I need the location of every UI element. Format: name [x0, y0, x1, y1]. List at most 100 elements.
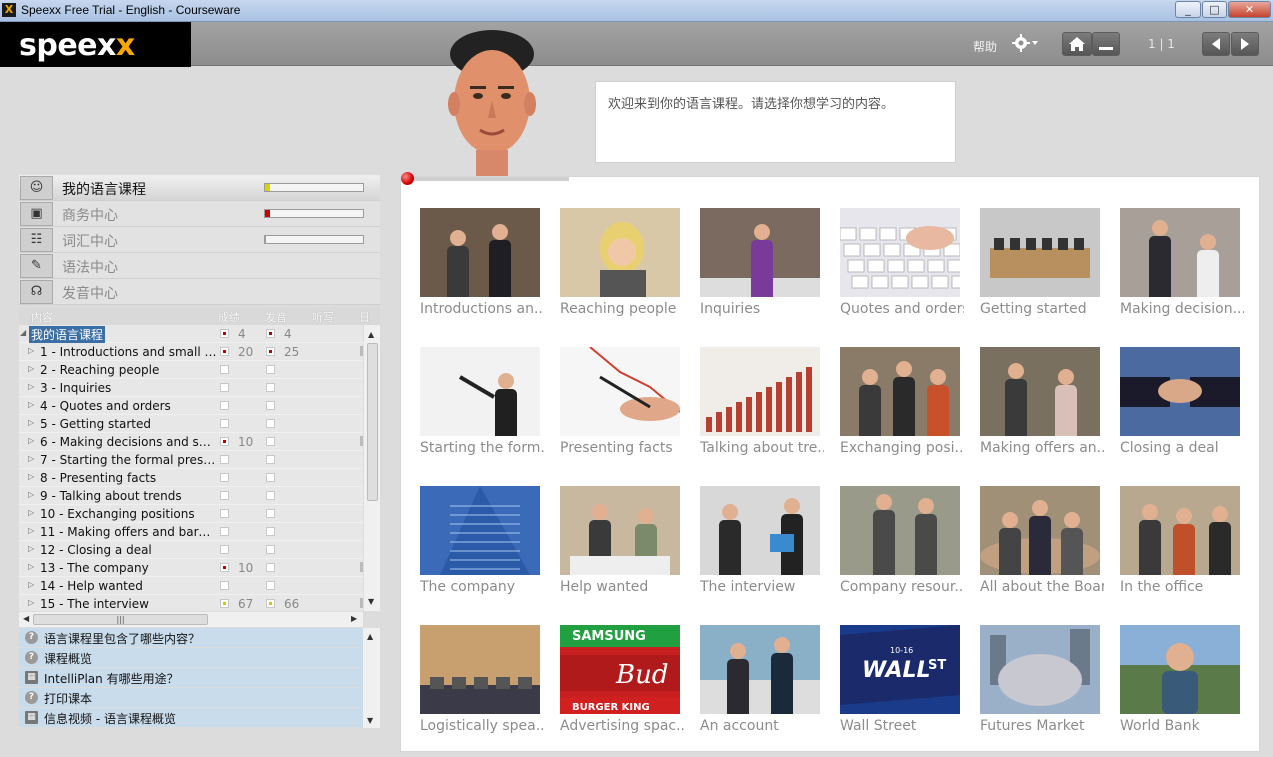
unit-thumbnail-image[interactable]: [560, 486, 680, 575]
scroll-left-icon[interactable]: ◀: [23, 614, 29, 623]
unit-thumbnail-image[interactable]: [980, 208, 1100, 297]
menu-item-vocabulary-center[interactable]: ☷ 词汇中心: [19, 227, 380, 253]
unit-tile-making-decision[interactable]: Making decision...: [1120, 208, 1244, 323]
home-button[interactable]: [1062, 32, 1092, 56]
unit-thumbnail-image[interactable]: [980, 625, 1100, 714]
next-page-button[interactable]: [1231, 32, 1259, 56]
scroll-thumb-horizontal[interactable]: |||: [33, 614, 208, 625]
unit-thumbnail-image[interactable]: [420, 486, 540, 575]
unit-caption[interactable]: Advertising spac...: [560, 718, 684, 734]
unit-tile-closing-a-deal[interactable]: Closing a deal: [1120, 347, 1244, 462]
unit-tile-exchanging-posi[interactable]: Exchanging posi...: [840, 347, 964, 462]
scroll-down-icon[interactable]: ▼: [367, 716, 373, 725]
unit-caption[interactable]: Introductions an...: [420, 301, 544, 317]
unit-caption[interactable]: Quotes and orders: [840, 301, 964, 317]
menu-item-grammar-center[interactable]: ✎ 语法中心: [19, 253, 380, 279]
menu-item-my-course[interactable]: ☺ 我的语言课程: [19, 175, 380, 201]
settings-button[interactable]: [1011, 33, 1039, 53]
tree-lesson-row[interactable]: ▷ 14 - Help wanted: [19, 577, 363, 595]
unit-tile-quotes-and-orders[interactable]: Quotes and orders: [840, 208, 964, 323]
expand-triangle-icon[interactable]: ▷: [28, 364, 34, 373]
unit-tile-world-bank[interactable]: World Bank: [1120, 625, 1244, 740]
tree-vertical-scrollbar[interactable]: ▲ ▼: [363, 325, 380, 611]
help-item-intelliplan[interactable]: ▦ IntelliPlan 有哪些用途？: [19, 668, 363, 687]
expand-triangle-icon[interactable]: ▷: [28, 598, 34, 607]
unit-caption[interactable]: Reaching people: [560, 301, 684, 317]
help-list-scrollbar[interactable]: ▲ ▼: [363, 628, 380, 728]
expand-triangle-icon[interactable]: ▷: [28, 436, 34, 445]
tree-lesson-row[interactable]: ▷ 3 - Inquiries: [19, 379, 363, 397]
unit-thumbnail-image[interactable]: [1120, 208, 1240, 297]
expand-triangle-icon[interactable]: ▷: [28, 580, 34, 589]
tree-lesson-row[interactable]: ▷ 8 - Presenting facts: [19, 469, 363, 487]
tree-lesson-row[interactable]: ▷ 5 - Getting started: [19, 415, 363, 433]
unit-tile-an-account[interactable]: An account: [700, 625, 824, 740]
scroll-up-icon[interactable]: ▲: [367, 632, 373, 641]
unit-thumbnail-image[interactable]: [700, 486, 820, 575]
unit-tile-introductions-an[interactable]: Introductions an...: [420, 208, 544, 323]
unit-caption[interactable]: Talking about tre...: [700, 440, 824, 456]
unit-thumbnail-image[interactable]: [1120, 486, 1240, 575]
unit-caption[interactable]: The company: [420, 579, 544, 595]
unit-thumbnail-image[interactable]: [420, 208, 540, 297]
scroll-thumb[interactable]: [367, 343, 378, 501]
unit-tile-the-interview[interactable]: The interview: [700, 486, 824, 601]
unit-caption[interactable]: Presenting facts: [560, 440, 684, 456]
unit-caption[interactable]: The interview: [700, 579, 824, 595]
unit-caption[interactable]: Company resour...: [840, 579, 964, 595]
expand-triangle-icon[interactable]: ▷: [28, 346, 34, 355]
unit-thumbnail-image[interactable]: [700, 625, 820, 714]
unit-caption[interactable]: Wall Street: [840, 718, 964, 734]
unit-tile-in-the-office[interactable]: In the office: [1120, 486, 1244, 601]
col-content[interactable]: 内容: [31, 309, 53, 325]
expand-triangle-icon[interactable]: ▷: [28, 526, 34, 535]
tree-lesson-row[interactable]: ▷ 1 - Introductions and small talk 20 25: [19, 343, 363, 361]
expand-triangle-icon[interactable]: ▷: [28, 472, 34, 481]
unit-tile-making-offers-an[interactable]: Making offers an...: [980, 347, 1104, 462]
tree-lesson-row[interactable]: ▷ 10 - Exchanging positions: [19, 505, 363, 523]
col-dictation[interactable]: 听写: [312, 309, 334, 325]
help-item-course-overview[interactable]: ? 课程概览: [19, 648, 363, 667]
unit-thumbnail-image[interactable]: [560, 208, 680, 297]
unit-tile-logistically-spea[interactable]: Logistically spea...: [420, 625, 544, 740]
help-link[interactable]: 帮助: [973, 38, 997, 55]
unit-thumbnail-image[interactable]: [560, 347, 680, 436]
unit-tile-presenting-facts[interactable]: Presenting facts: [560, 347, 684, 462]
minimize-content-button[interactable]: [1092, 32, 1120, 56]
unit-thumbnail-image[interactable]: [700, 347, 820, 436]
unit-thumbnail-image[interactable]: [840, 486, 960, 575]
unit-caption[interactable]: World Bank: [1120, 718, 1244, 734]
unit-caption[interactable]: Exchanging posi...: [840, 440, 964, 456]
tree-root-row[interactable]: ◢ 我的语言课程 4 4: [19, 325, 363, 343]
unit-thumbnail-image[interactable]: [1120, 347, 1240, 436]
tree-lesson-row[interactable]: ▷ 12 - Closing a deal: [19, 541, 363, 559]
expand-triangle-icon[interactable]: ▷: [28, 382, 34, 391]
unit-tile-all-about-the-board[interactable]: All about the Board: [980, 486, 1104, 601]
unit-caption[interactable]: All about the Board: [980, 579, 1104, 595]
unit-thumbnail-image[interactable]: [980, 486, 1100, 575]
unit-thumbnail-image[interactable]: [420, 625, 540, 714]
unit-thumbnail-image[interactable]: [840, 347, 960, 436]
unit-caption[interactable]: Help wanted: [560, 579, 684, 595]
unit-tile-company-resour[interactable]: Company resour...: [840, 486, 964, 601]
prev-page-button[interactable]: [1202, 32, 1230, 56]
unit-thumbnail-image[interactable]: [420, 347, 540, 436]
expand-triangle-icon[interactable]: ▷: [28, 400, 34, 409]
tree-lesson-row[interactable]: ▷ 7 - Starting the formal present...: [19, 451, 363, 469]
scroll-right-icon[interactable]: ▶: [351, 614, 357, 623]
collapse-triangle-icon[interactable]: ◢: [20, 328, 26, 337]
menu-item-pronunciation-center[interactable]: ☊ 发音中心: [19, 279, 380, 305]
expand-triangle-icon[interactable]: ▷: [28, 544, 34, 553]
tree-lesson-row[interactable]: ▷ 11 - Making offers and bargai...: [19, 523, 363, 541]
unit-thumbnail-image[interactable]: [840, 208, 960, 297]
unit-thumbnail-image[interactable]: SAMSUNG Bud BURGER KING: [560, 625, 680, 714]
window-close-button[interactable]: ✕: [1228, 1, 1271, 18]
help-item-course-content[interactable]: ? 语言课程里包含了哪些内容？: [19, 628, 363, 647]
unit-tile-help-wanted[interactable]: Help wanted: [560, 486, 684, 601]
col-pronunciation[interactable]: 发音: [265, 309, 287, 325]
unit-tile-the-company[interactable]: The company: [420, 486, 544, 601]
col-score[interactable]: 成绩: [218, 309, 240, 325]
unit-tile-wall-street[interactable]: WALL ST 10-16 Wall Street: [840, 625, 964, 740]
unit-caption[interactable]: Logistically spea...: [420, 718, 544, 734]
window-minimize-button[interactable]: _: [1175, 1, 1201, 18]
